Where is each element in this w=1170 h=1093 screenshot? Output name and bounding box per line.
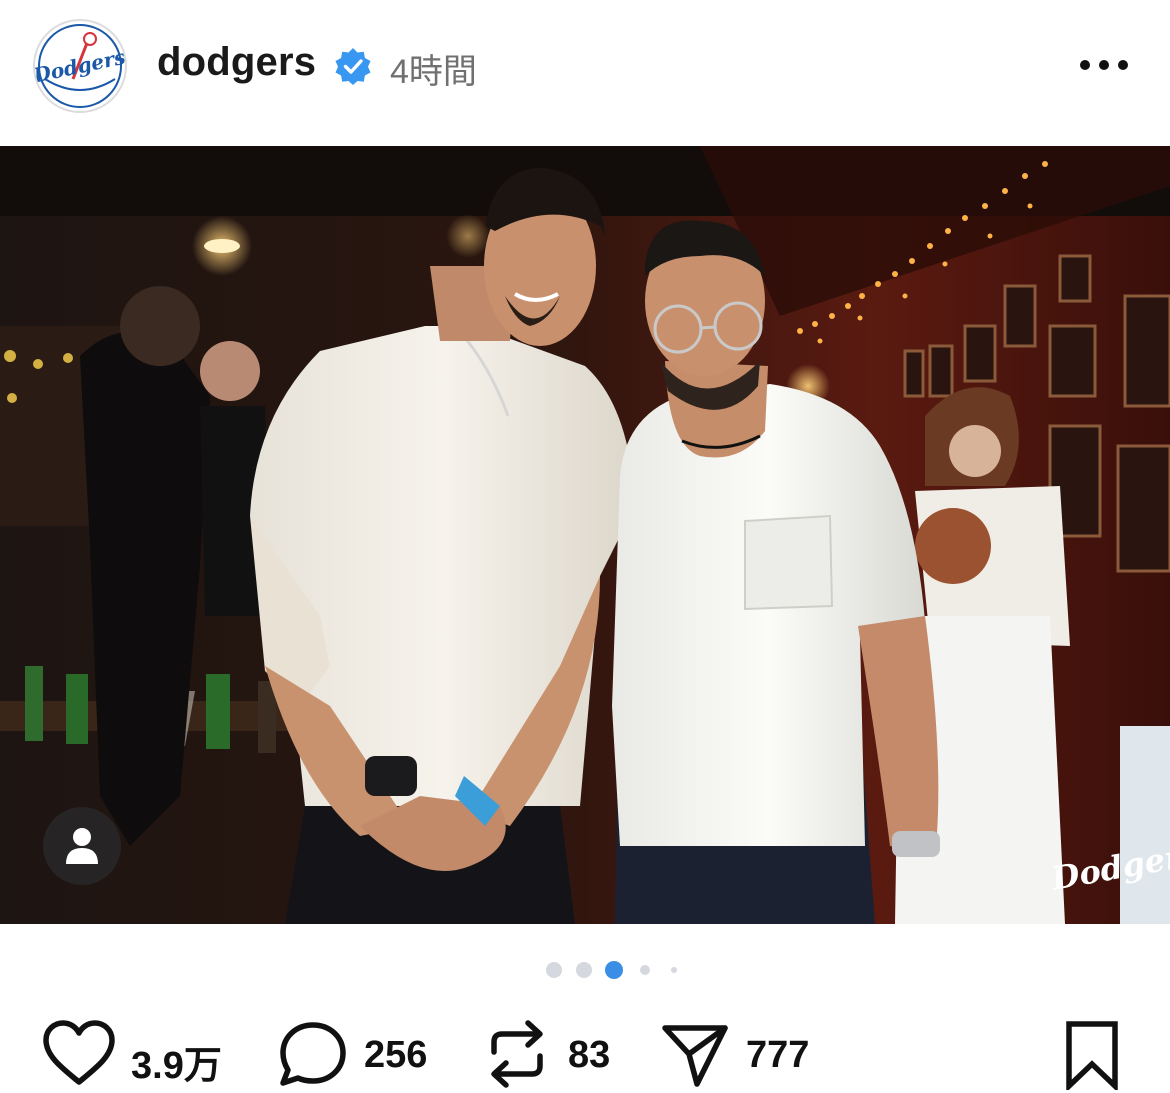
photo-scene — [0, 146, 1170, 924]
carousel-dot — [640, 965, 650, 975]
heart-icon[interactable] — [42, 1020, 116, 1086]
carousel-dot — [671, 967, 677, 973]
bookmark-icon[interactable] — [1064, 1020, 1120, 1090]
repost-icon[interactable] — [486, 1018, 548, 1090]
more-options-icon[interactable] — [1080, 58, 1128, 72]
post-username[interactable]: dodgers — [157, 40, 316, 85]
carousel-dot-active — [605, 961, 623, 979]
comment-count[interactable]: 256 — [364, 1034, 427, 1077]
avatar[interactable]: Dodgers — [33, 19, 127, 113]
carousel-dot — [546, 962, 562, 978]
post-actions: 3.9万 256 83 777 — [0, 1010, 1170, 1093]
carousel-indicator — [546, 961, 686, 979]
like-count[interactable]: 3.9万 — [131, 1034, 222, 1089]
post-photo[interactable] — [0, 146, 1170, 924]
post-header: Dodgers dodgers 4時間 — [0, 0, 1170, 146]
user-tag-icon[interactable] — [43, 807, 121, 885]
repost-count[interactable]: 83 — [568, 1034, 610, 1077]
verified-badge-icon — [335, 48, 371, 85]
share-count[interactable]: 777 — [746, 1034, 809, 1077]
dodgers-logo: Dodgers — [35, 24, 125, 108]
carousel-dot — [576, 962, 592, 978]
post-time: 4時間 — [390, 53, 477, 91]
comment-bubble-icon[interactable] — [278, 1020, 348, 1088]
send-icon[interactable] — [661, 1020, 729, 1088]
